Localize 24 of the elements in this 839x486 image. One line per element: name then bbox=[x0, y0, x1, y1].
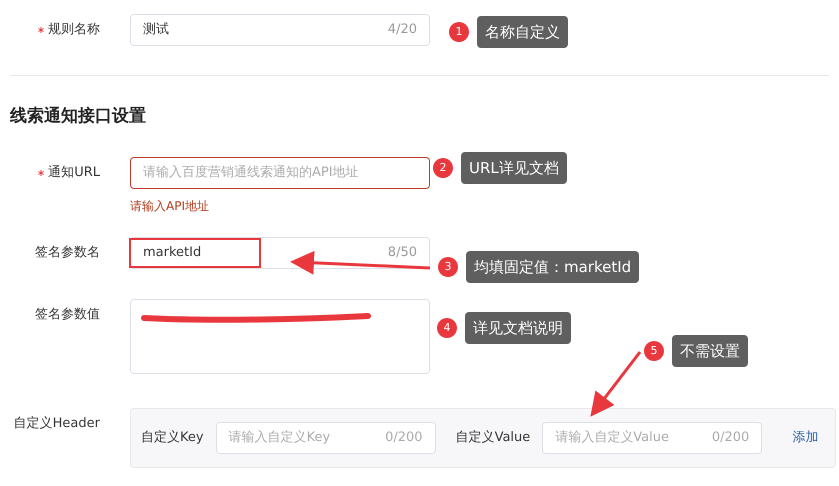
field-label: 通知URL bbox=[48, 164, 100, 182]
field-label: 自定义Value bbox=[456, 428, 530, 447]
number-badge: 5 bbox=[644, 341, 664, 361]
field-label: 签名参数名 bbox=[35, 244, 100, 262]
callout: 均填固定值：marketId bbox=[466, 251, 640, 283]
number-badge: 4 bbox=[437, 318, 457, 338]
callout: 不需设置 bbox=[672, 335, 748, 367]
text-field[interactable]: marketId 8/50 bbox=[130, 236, 430, 268]
field-label: 自定义Header bbox=[14, 414, 100, 433]
text-area[interactable] bbox=[130, 298, 430, 374]
callout: 详见文档说明 bbox=[465, 312, 571, 344]
arrow bbox=[590, 351, 642, 417]
section-title: 线索通知接口设置 bbox=[10, 105, 147, 128]
callout: URL详见文档 bbox=[461, 152, 567, 184]
field-label: 自定义Key bbox=[141, 428, 204, 447]
add-link[interactable]: 添加 bbox=[792, 428, 818, 448]
callout: 名称自定义 bbox=[477, 16, 568, 48]
number-badge: 3 bbox=[438, 257, 458, 277]
number-badge: 1 bbox=[449, 22, 469, 42]
text-field[interactable]: 测试 4/20 bbox=[130, 14, 430, 46]
number-badge: 2 bbox=[433, 158, 453, 178]
field-label: 规则名称 bbox=[48, 21, 100, 40]
error-message: 请输入API地址 bbox=[130, 198, 210, 214]
field-label: 签名参数值 bbox=[35, 306, 100, 324]
